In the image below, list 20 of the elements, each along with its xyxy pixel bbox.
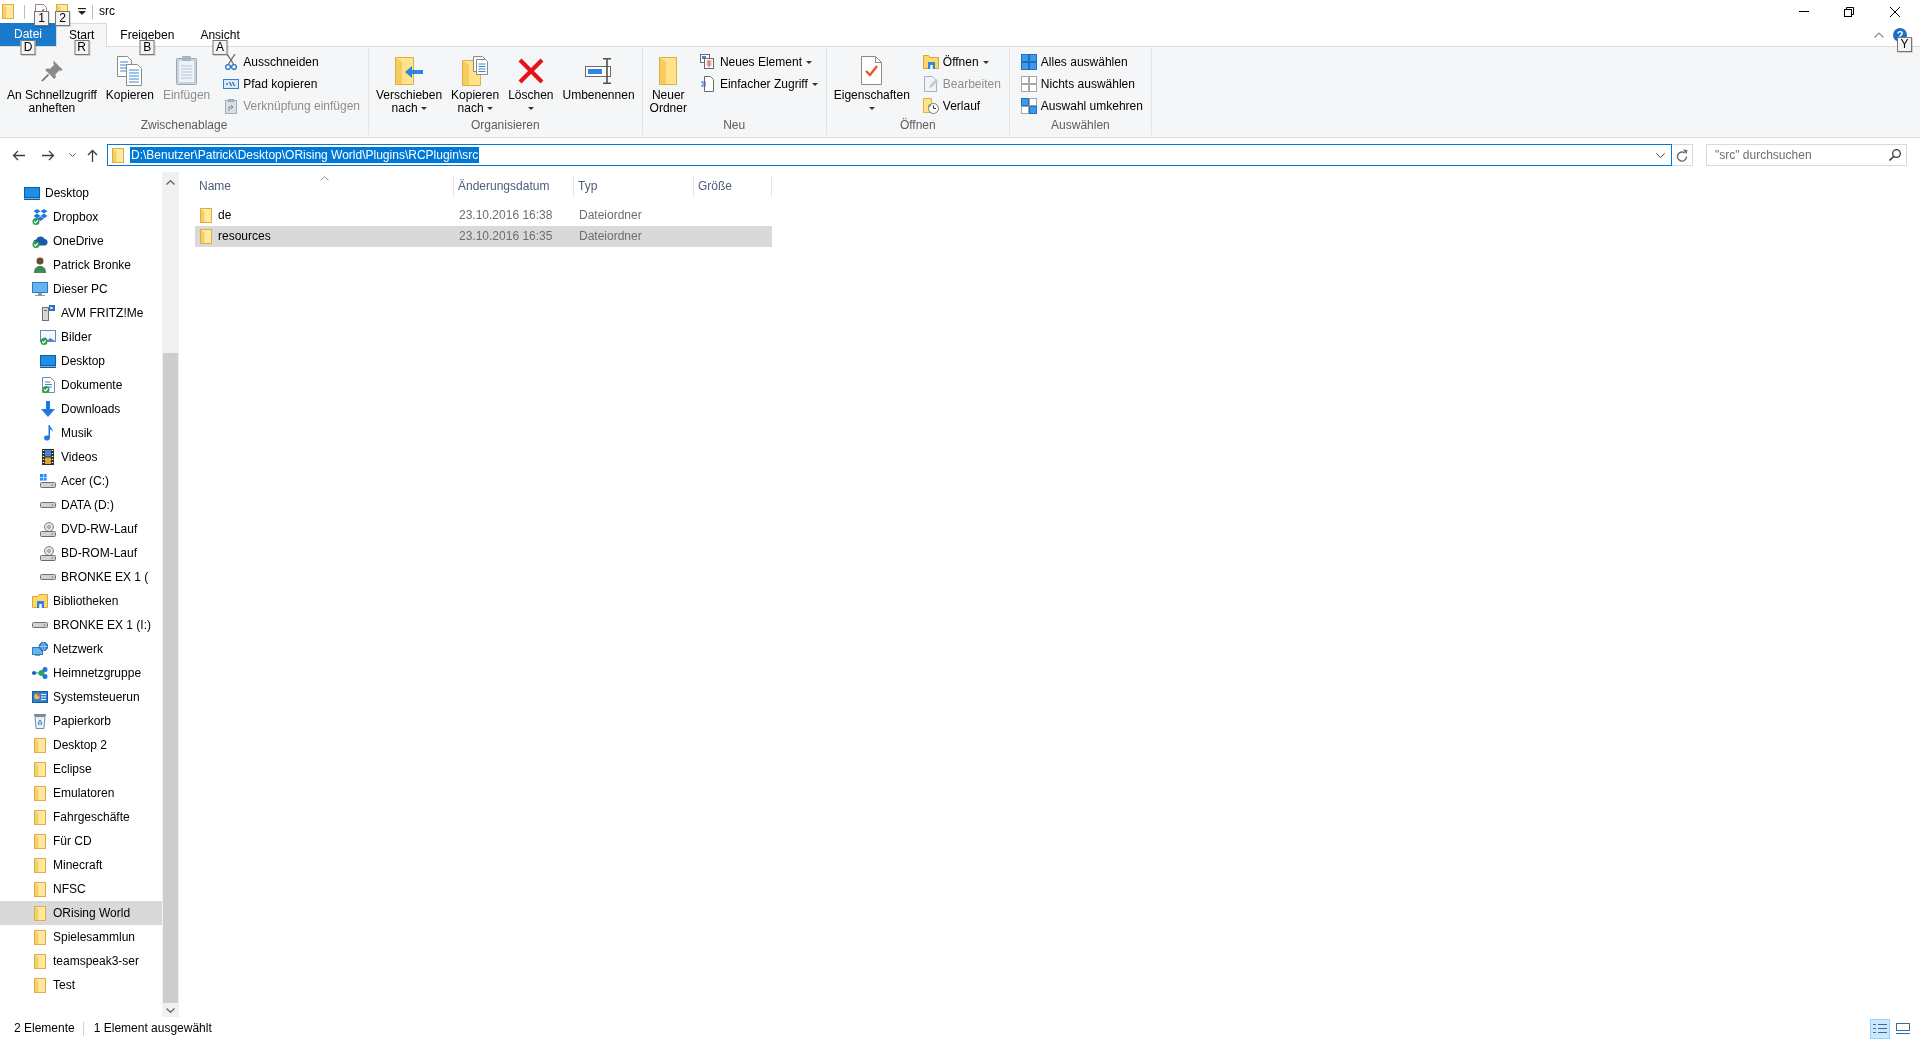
modified-date: 23.10.2016 16:38 [459, 208, 553, 223]
group-label: Zwischenablage [140, 118, 228, 134]
group-label: Organisieren [470, 118, 540, 134]
address-path: D:\Benutzer\Patrick\Desktop\ORising World\Plugins\RCPlugin\src [130, 147, 480, 163]
group-label: Auswählen [1051, 118, 1110, 134]
file-type: Dateiordner [579, 229, 642, 244]
key-tip-tooltip: D [20, 40, 36, 55]
file-name: de [218, 208, 232, 223]
modified-date: 23.10.2016 16:35 [459, 229, 553, 244]
group-label: Öffnen [899, 118, 936, 134]
key-tip-tooltip: R [74, 40, 90, 55]
file-type: Dateiordner [579, 208, 642, 223]
window-title: src [99, 4, 115, 19]
group-label: Neu [723, 118, 746, 134]
selection-info: 1 Element ausgewählt [93, 1021, 212, 1036]
key-tip-tooltip: 2 [55, 11, 70, 26]
item-count: 2 Elemente [14, 1021, 75, 1036]
file-name: resources [218, 229, 271, 244]
key-tip-tooltip: A [212, 40, 228, 55]
key-tip-tooltip: 1 [34, 11, 49, 26]
